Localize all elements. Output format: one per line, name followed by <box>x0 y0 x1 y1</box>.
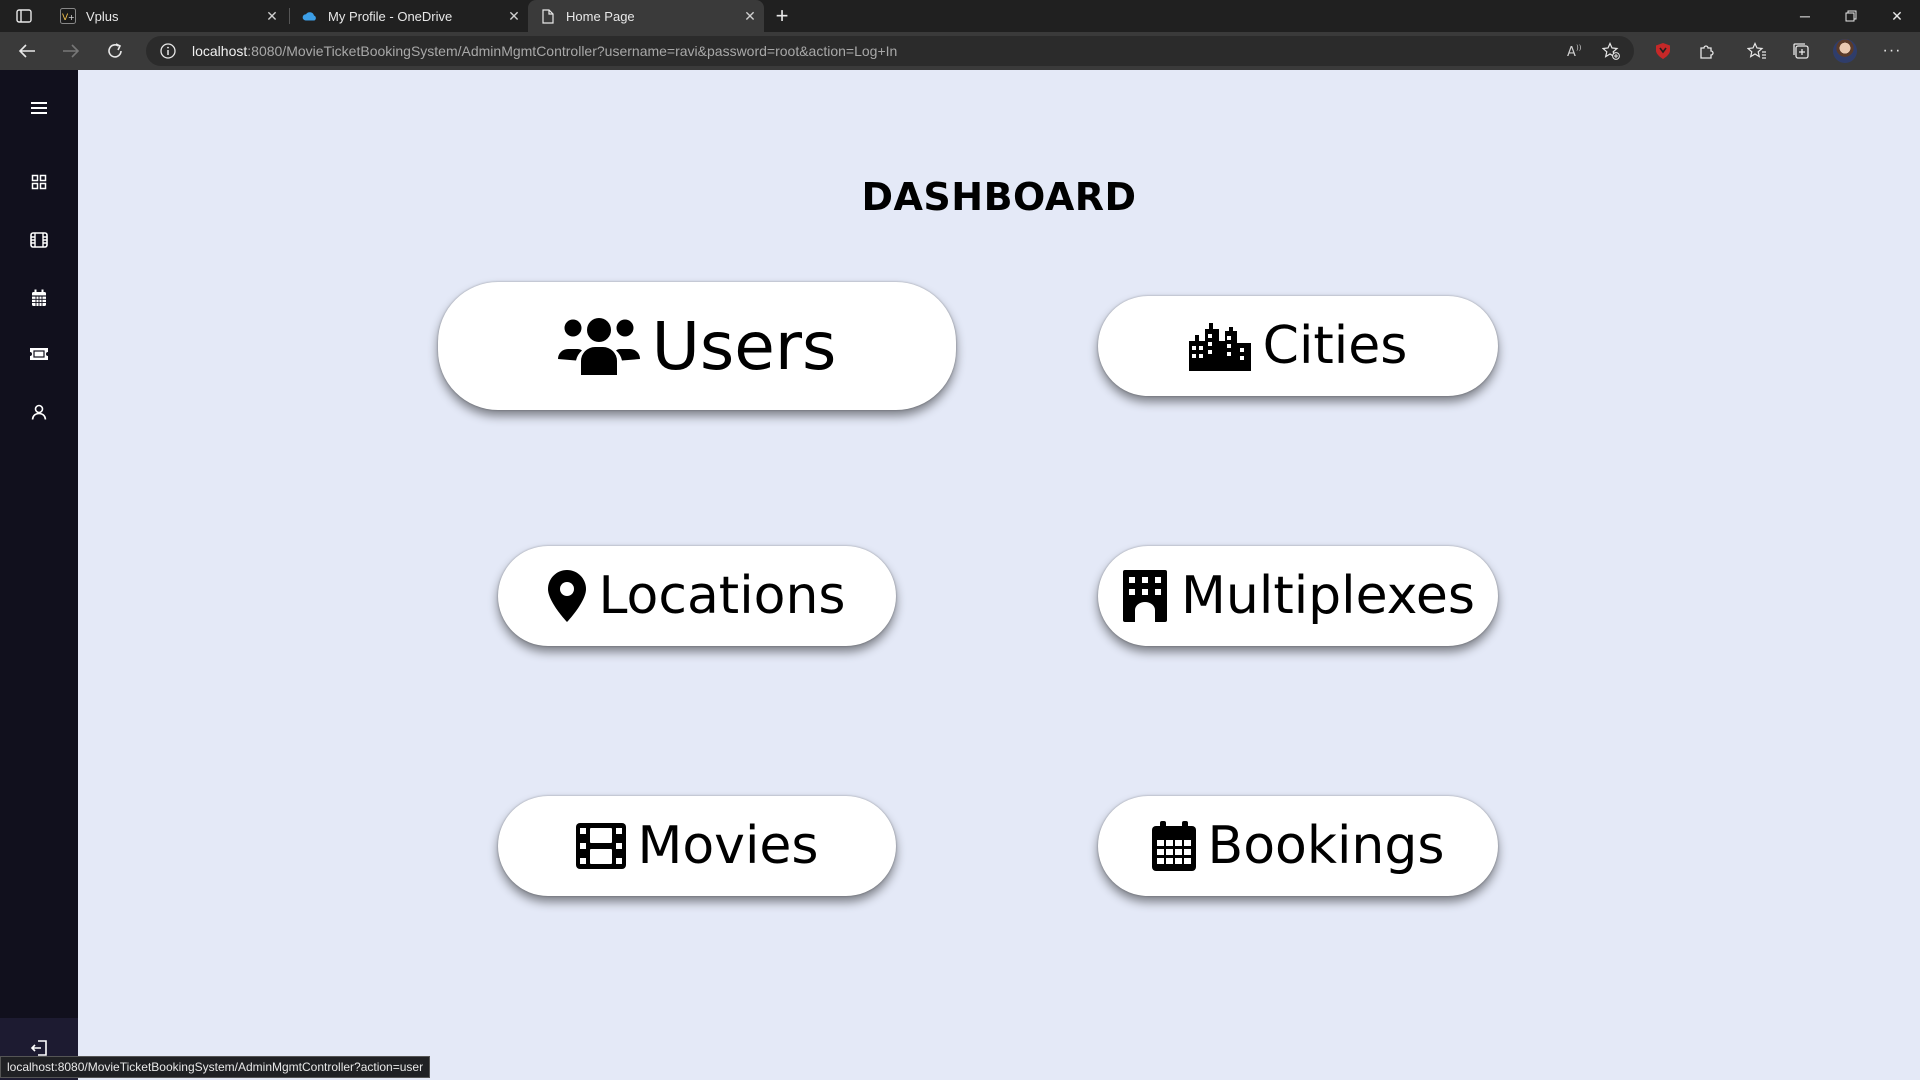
address-bar[interactable]: localhost:8080/MovieTicketBookingSystem/… <box>146 36 1634 66</box>
sidebar-item-movies[interactable] <box>23 224 55 256</box>
ticket-icon <box>30 348 48 360</box>
page-title: DASHBOARD <box>861 175 1137 219</box>
calendar-icon <box>1151 821 1196 871</box>
menu-toggle-button[interactable] <box>23 92 55 124</box>
browser-tab[interactable]: My Profile - OneDrive ✕ <box>290 0 528 32</box>
tab-title: Vplus <box>86 8 119 24</box>
bookings-card[interactable]: Bookings <box>1098 796 1498 896</box>
cities-card[interactable]: Cities <box>1098 296 1498 396</box>
page-icon <box>540 8 556 24</box>
close-tab-icon[interactable]: ✕ <box>500 2 528 30</box>
add-favorite-icon[interactable] <box>1601 42 1620 60</box>
main-content: DASHBOARD Users Cities Locations Multipl… <box>78 70 1920 1080</box>
minimize-icon[interactable]: ─ <box>1782 0 1828 32</box>
browser-tab-active[interactable]: Home Page ✕ <box>528 0 764 32</box>
svg-text:A: A <box>1567 45 1576 60</box>
browser-tab-bar: V + Vplus ✕ My Profile - OneDrive ✕ Home … <box>0 0 1920 32</box>
onedrive-icon <box>302 8 318 24</box>
card-label: Multiplexes <box>1181 566 1475 626</box>
calendar-icon <box>32 289 46 306</box>
refresh-icon[interactable] <box>101 37 129 65</box>
collections-icon[interactable] <box>1787 37 1815 65</box>
url-text: localhost:8080/MovieTicketBookingSystem/… <box>192 43 897 59</box>
restore-icon[interactable] <box>1828 0 1874 32</box>
shield-extension-icon[interactable] <box>1649 37 1677 65</box>
back-icon[interactable] <box>13 37 41 65</box>
card-label: Movies <box>637 816 819 876</box>
multiplexes-card[interactable]: Multiplexes <box>1098 546 1498 646</box>
film-icon <box>30 232 48 248</box>
favorites-icon[interactable] <box>1743 37 1771 65</box>
grid-icon <box>31 174 47 190</box>
users-icon <box>557 318 640 375</box>
locations-card[interactable]: Locations <box>498 546 896 646</box>
sidebar-item-dashboard[interactable] <box>23 166 55 198</box>
site-info-icon[interactable] <box>160 43 176 59</box>
new-tab-button[interactable]: + <box>768 2 796 30</box>
sidebar-item-bookings[interactable] <box>23 282 55 314</box>
card-label: Bookings <box>1207 816 1445 876</box>
vplus-icon: V + <box>60 8 76 24</box>
forward-icon[interactable] <box>57 37 85 65</box>
tab-actions-icon[interactable] <box>12 6 36 26</box>
read-aloud-icon[interactable]: A)) <box>1566 42 1584 60</box>
url-host: localhost <box>192 43 248 59</box>
url-path: :8080/MovieTicketBookingSystem/AdminMgmt… <box>247 43 898 59</box>
film-icon <box>575 823 626 869</box>
more-options-icon[interactable]: ··· <box>1878 37 1906 65</box>
link-preview-status: localhost:8080/MovieTicketBookingSystem/… <box>0 1056 431 1078</box>
tab-title: My Profile - OneDrive <box>328 8 453 24</box>
svg-text:)): )) <box>1576 44 1582 52</box>
city-icon <box>1188 323 1251 371</box>
close-window-icon[interactable]: ✕ <box>1874 0 1920 32</box>
close-tab-icon[interactable]: ✕ <box>258 2 286 30</box>
card-label: Locations <box>598 566 846 626</box>
card-label: Cities <box>1262 316 1408 376</box>
close-tab-icon[interactable]: ✕ <box>736 2 764 30</box>
tab-title: Home Page <box>566 8 635 24</box>
sidebar <box>0 70 78 1080</box>
svg-text:+: + <box>68 13 75 22</box>
sidebar-item-profile[interactable] <box>23 396 55 428</box>
profile-avatar[interactable] <box>1833 39 1857 63</box>
extensions-icon[interactable] <box>1693 37 1721 65</box>
sidebar-item-tickets[interactable] <box>23 338 55 370</box>
movies-card[interactable]: Movies <box>498 796 896 896</box>
browser-tab[interactable]: V + Vplus ✕ <box>48 0 286 32</box>
building-icon <box>1123 570 1168 622</box>
users-card[interactable]: Users <box>438 282 956 410</box>
browser-toolbar: localhost:8080/MovieTicketBookingSystem/… <box>0 32 1920 70</box>
menu-icon <box>31 102 47 114</box>
user-icon <box>31 404 47 420</box>
location-pin-icon <box>548 570 587 622</box>
card-label: Users <box>651 307 837 385</box>
logout-icon <box>30 1040 47 1056</box>
